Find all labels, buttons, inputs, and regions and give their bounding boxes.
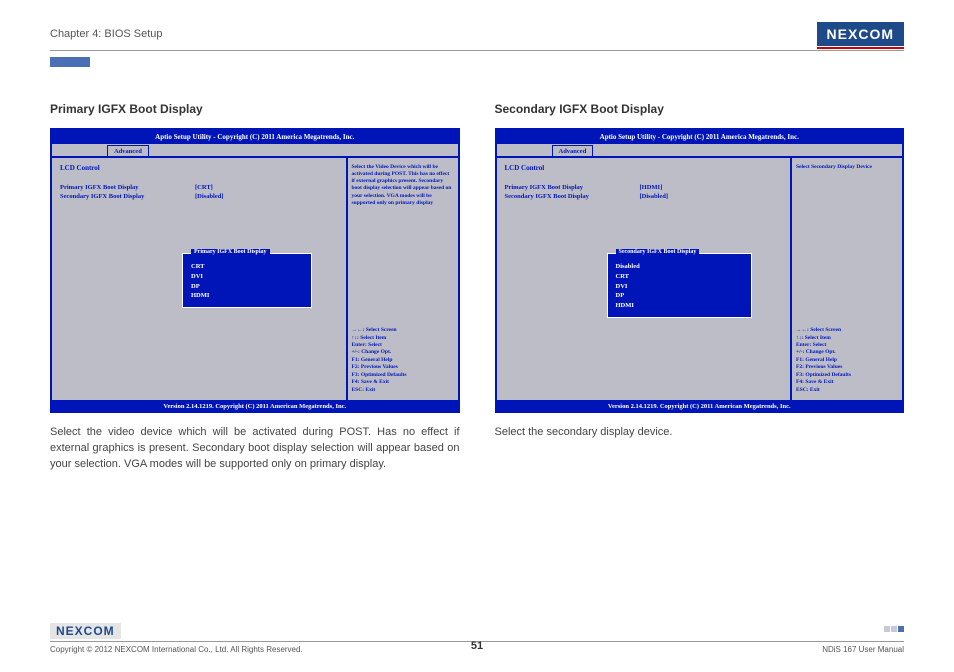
lcd-control-label: LCD Control <box>60 164 338 172</box>
bios-help-text: Select Secondary Display Device <box>796 164 898 171</box>
setting-value: [CRT] <box>195 184 213 191</box>
popup-item: DVI <box>191 272 303 282</box>
setting-value: [HDMI] <box>640 184 663 191</box>
popup-title: Secondary IGFX Boot Display <box>616 249 700 255</box>
bios-header: Aptio Setup Utility - Copyright (C) 2011… <box>52 130 458 144</box>
setting-name: Primary IGFX Boot Display <box>505 184 640 191</box>
bios-screenshot-primary: Aptio Setup Utility - Copyright (C) 2011… <box>50 128 460 413</box>
page-header: Chapter 4: BIOS Setup NEXCOM <box>50 22 904 51</box>
bios-tab-advanced: Advanced <box>552 145 594 156</box>
setting-primary-igfx: Primary IGFX Boot Display [CRT] <box>60 184 338 191</box>
bios-footer: Version 2.14.1219. Copyright (C) 2011 Am… <box>497 400 903 413</box>
popup-item: DP <box>616 291 743 301</box>
footer-manual: NDiS 167 User Manual <box>822 645 904 654</box>
popup-item: HDMI <box>191 291 303 301</box>
popup-item: HDMI <box>616 301 743 311</box>
popup-primary-igfx: Primary IGFX Boot Display CRT DVI DP HDM… <box>182 253 312 308</box>
bios-key-legend: →←: Select Screen ↑↓: Select Item Enter:… <box>352 327 454 394</box>
logo-top: NEXCOM <box>817 22 904 46</box>
bios-screenshot-secondary: Aptio Setup Utility - Copyright (C) 2011… <box>495 128 905 413</box>
page-number: 51 <box>471 640 483 652</box>
popup-secondary-igfx: Secondary IGFX Boot Display Disabled CRT… <box>607 253 752 318</box>
bios-tab-row: Advanced <box>52 144 458 158</box>
bios-tab-advanced: Advanced <box>107 145 149 156</box>
popup-item: DVI <box>616 282 743 292</box>
setting-name: Secondary IGFX Boot Display <box>60 193 195 200</box>
setting-value: [Disabled] <box>640 193 669 200</box>
popup-item: CRT <box>191 262 303 272</box>
setting-name: Primary IGFX Boot Display <box>60 184 195 191</box>
popup-item: Disabled <box>616 262 743 272</box>
setting-name: Secondary IGFX Boot Display <box>505 193 640 200</box>
footer-logo: NEXCOM <box>50 623 121 639</box>
bios-settings-pane: LCD Control Primary IGFX Boot Display [H… <box>497 158 793 400</box>
bios-header: Aptio Setup Utility - Copyright (C) 2011… <box>497 130 903 144</box>
popup-item: CRT <box>616 272 743 282</box>
right-column: Secondary IGFX Boot Display Aptio Setup … <box>495 102 905 473</box>
popup-item: DP <box>191 282 303 292</box>
setting-value: [Disabled] <box>195 193 224 200</box>
bios-help-pane: Select Secondary Display Device →←: Sele… <box>792 158 902 400</box>
lcd-control-label: LCD Control <box>505 164 783 172</box>
footer-copyright: Copyright © 2012 NEXCOM International Co… <box>50 645 303 654</box>
chapter-title: Chapter 4: BIOS Setup <box>50 28 163 40</box>
popup-title: Primary IGFX Boot Display <box>191 249 270 255</box>
setting-secondary-igfx: Secondary IGFX Boot Display [Disabled] <box>60 193 338 200</box>
page-footer: NEXCOM Copyright © 2012 NEXCOM Internati… <box>50 641 904 654</box>
footer-decoration <box>884 626 904 632</box>
bios-help-text: Select the Video Device which will be ac… <box>352 164 454 207</box>
bios-key-legend: →←: Select Screen ↑↓: Select Item Enter:… <box>796 327 898 394</box>
bios-footer: Version 2.14.1219. Copyright (C) 2011 Am… <box>52 400 458 413</box>
setting-primary-igfx: Primary IGFX Boot Display [HDMI] <box>505 184 783 191</box>
bios-help-pane: Select the Video Device which will be ac… <box>348 158 458 400</box>
left-column: Primary IGFX Boot Display Aptio Setup Ut… <box>50 102 460 473</box>
setting-secondary-igfx: Secondary IGFX Boot Display [Disabled] <box>505 193 783 200</box>
description-secondary: Select the secondary display device. <box>495 425 905 441</box>
tab-marker <box>50 57 90 67</box>
bios-tab-row: Advanced <box>497 144 903 158</box>
description-primary: Select the video device which will be ac… <box>50 425 460 473</box>
section-title-secondary: Secondary IGFX Boot Display <box>495 102 905 116</box>
section-title-primary: Primary IGFX Boot Display <box>50 102 460 116</box>
bios-settings-pane: LCD Control Primary IGFX Boot Display [C… <box>52 158 348 400</box>
